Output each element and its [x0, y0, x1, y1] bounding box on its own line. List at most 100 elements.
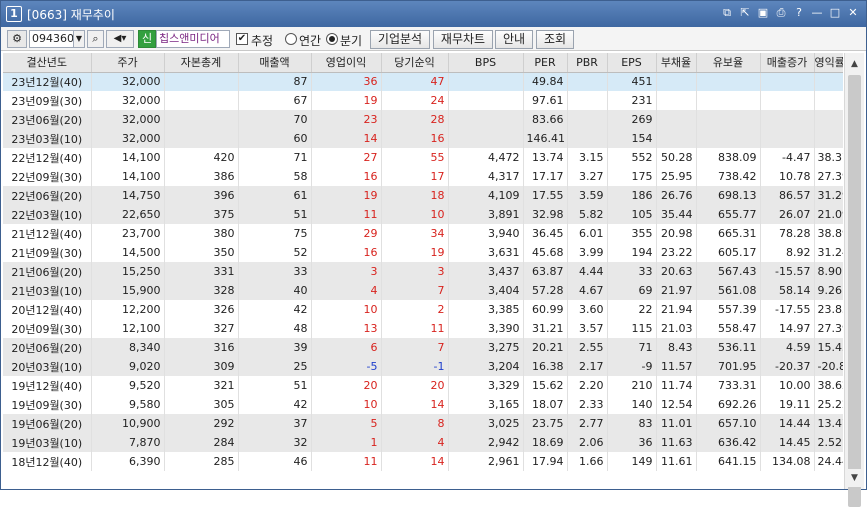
- table-cell: [164, 91, 239, 110]
- table-cell: 8.43: [656, 338, 697, 357]
- table-cell: 22년12월(40): [3, 148, 92, 167]
- column-header[interactable]: 자본총계: [164, 53, 239, 73]
- maximize-icon[interactable]: □: [828, 5, 842, 21]
- column-header[interactable]: BPS: [448, 53, 524, 73]
- screen-icon[interactable]: ▣: [756, 5, 770, 21]
- table-cell: 19.11: [760, 395, 815, 414]
- table-row[interactable]: 23년06월(20) 32,000 70 23 28 83.66 269: [3, 110, 843, 129]
- table-row[interactable]: 21년06월(20) 15,250 331 33 3 3 3,437 63.87 4.44 33 2…: [3, 262, 843, 281]
- company-analysis-button[interactable]: 기업분석: [370, 30, 430, 49]
- table-row[interactable]: 22년09월(30) 14,100 386 58 16 17 4,317 17.17 3.27 1…: [3, 167, 843, 186]
- pin-icon[interactable]: ⇱: [738, 5, 752, 21]
- column-header[interactable]: 유보율: [696, 53, 761, 73]
- table-row[interactable]: 20년09월(30) 12,100 327 48 13 11 3,390 31.21 3.57 1…: [3, 319, 843, 338]
- table-cell: 33: [238, 262, 312, 281]
- table-cell: 71: [607, 338, 657, 357]
- table-cell: 10: [311, 300, 382, 319]
- table-cell: 3,165: [448, 395, 524, 414]
- table-cell: 97.61: [523, 91, 568, 110]
- table-cell: 134.08: [760, 452, 815, 471]
- table-row[interactable]: 21년09월(30) 14,500 350 52 16 19 3,631 45.68 3.99 1…: [3, 243, 843, 262]
- table-cell: 22,650: [91, 205, 165, 224]
- column-header[interactable]: 매출액: [238, 53, 312, 73]
- table-cell: 10,900: [91, 414, 165, 433]
- table-row[interactable]: 18년12월(40) 6,390 285 46 11 14 2,961 17.94 1.66 14…: [3, 452, 843, 471]
- table-row[interactable]: 22년12월(40) 14,100 420 71 27 55 4,472 13.74 3.15 5…: [3, 148, 843, 167]
- table-cell: 3: [381, 262, 449, 281]
- table-cell: [448, 91, 524, 110]
- table-cell: 31.24: [814, 243, 843, 262]
- stock-code-input[interactable]: 094360: [29, 30, 74, 48]
- table-cell: 25.22: [814, 395, 843, 414]
- table-row[interactable]: 19년06월(20) 10,900 292 37 5 8 3,025 23.75 2.77 83 1…: [3, 414, 843, 433]
- table-row[interactable]: 19년03월(10) 7,870 284 32 1 4 2,942 18.69 2.06 36 11…: [3, 433, 843, 452]
- table-row[interactable]: 22년03월(10) 22,650 375 51 11 10 3,891 32.98 5.82 1…: [3, 205, 843, 224]
- table-row[interactable]: 20년12월(40) 12,200 326 42 10 2 3,385 60.99 3.60 22…: [3, 300, 843, 319]
- table-row[interactable]: 20년06월(20) 8,340 316 39 6 7 3,275 20.21 2.55 71 8.…: [3, 338, 843, 357]
- annual-radio[interactable]: [285, 33, 297, 45]
- search-icon[interactable]: ⌕: [87, 30, 104, 48]
- column-header[interactable]: PBR: [567, 53, 608, 73]
- table-cell: 19년03월(10): [3, 433, 92, 452]
- table-cell: 9,580: [91, 395, 165, 414]
- column-header[interactable]: 부채율: [656, 53, 697, 73]
- column-header[interactable]: 영익률: [814, 53, 843, 73]
- table-cell: 16.38: [523, 357, 568, 376]
- link-icon[interactable]: ⧉: [720, 5, 734, 21]
- table-cell: [164, 110, 239, 129]
- table-cell: 557.39: [696, 300, 761, 319]
- table-row[interactable]: 19년09월(30) 9,580 305 42 10 14 3,165 18.07 2.33 14…: [3, 395, 843, 414]
- table-cell: [656, 129, 697, 148]
- vertical-scrollbar[interactable]: ▲ ▼: [844, 53, 864, 507]
- scroll-thumb[interactable]: [848, 75, 861, 507]
- gear-icon[interactable]: ⚙: [7, 30, 27, 48]
- table-row[interactable]: 19년12월(40) 9,520 321 51 20 20 3,329 15.62 2.20 21…: [3, 376, 843, 395]
- table-cell: 605.17: [696, 243, 761, 262]
- table-cell: 24.44: [814, 452, 843, 471]
- guide-button[interactable]: 안내: [495, 30, 533, 49]
- table-row[interactable]: 23년12월(40) 32,000 87 36 47 49.84 451: [3, 72, 843, 91]
- table-cell: 140: [607, 395, 657, 414]
- column-header[interactable]: PER: [523, 53, 568, 73]
- column-header[interactable]: 매출증가: [760, 53, 815, 73]
- column-header[interactable]: 주가: [91, 53, 165, 73]
- company-name[interactable]: 칩스앤미디어: [156, 30, 230, 48]
- table-cell: 2.17: [567, 357, 608, 376]
- table-cell: 8.90: [814, 262, 843, 281]
- minimize-icon[interactable]: —: [810, 5, 824, 21]
- estimate-checkbox[interactable]: ✔: [236, 33, 248, 45]
- help-icon[interactable]: ?: [792, 5, 806, 21]
- scroll-up-icon[interactable]: ▲: [845, 55, 864, 73]
- table-row[interactable]: 22년06월(20) 14,750 396 61 19 18 4,109 17.55 3.59 1…: [3, 186, 843, 205]
- table-cell: 561.08: [696, 281, 761, 300]
- financial-chart-button[interactable]: 재무차트: [433, 30, 493, 49]
- speaker-icon[interactable]: ◀▾: [106, 30, 134, 48]
- printer-icon[interactable]: ⎙: [774, 5, 788, 21]
- table-cell: 12,200: [91, 300, 165, 319]
- query-button[interactable]: 조회: [536, 30, 574, 49]
- table-row[interactable]: 21년03월(10) 15,900 328 40 4 7 3,404 57.28 4.67 69 2…: [3, 281, 843, 300]
- table-cell: 326: [164, 300, 239, 319]
- table-cell: 327: [164, 319, 239, 338]
- table-cell: 3.57: [567, 319, 608, 338]
- table-cell: 87: [238, 72, 312, 91]
- table-row[interactable]: 23년09월(30) 32,000 67 19 24 97.61 231: [3, 91, 843, 110]
- table-row[interactable]: 23년03월(10) 32,000 60 14 16 146.41 154: [3, 129, 843, 148]
- table-cell: [164, 129, 239, 148]
- quarter-radio[interactable]: [326, 33, 338, 45]
- table-cell: 380: [164, 224, 239, 243]
- close-icon[interactable]: ✕: [846, 5, 860, 21]
- table-row[interactable]: 21년12월(40) 23,700 380 75 29 34 3,940 36.45 6.01 3…: [3, 224, 843, 243]
- column-header[interactable]: 영업이익: [311, 53, 382, 73]
- chevron-down-icon[interactable]: ▼: [73, 30, 85, 48]
- scroll-down-icon[interactable]: ▼: [845, 469, 864, 487]
- table-cell: 24: [381, 91, 449, 110]
- table-cell: 28: [381, 110, 449, 129]
- table-cell: [448, 110, 524, 129]
- table-cell: 48: [238, 319, 312, 338]
- table-cell: -4.47: [760, 148, 815, 167]
- column-header[interactable]: 당기순익: [381, 53, 449, 73]
- column-header[interactable]: 결산년도: [3, 53, 92, 73]
- table-row[interactable]: 20년03월(10) 9,020 309 25 -5 -1 3,204 16.38 2.17 -9…: [3, 357, 843, 376]
- column-header[interactable]: EPS: [607, 53, 657, 73]
